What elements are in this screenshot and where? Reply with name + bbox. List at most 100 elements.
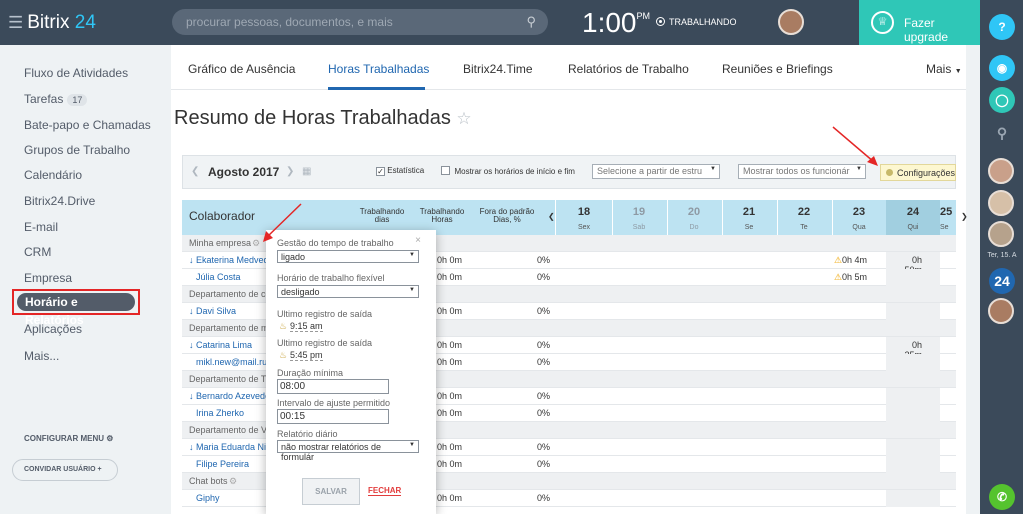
- sidebar-item-chat[interactable]: Bate-papo e Chamadas: [24, 118, 151, 132]
- col-employee: Colaborador: [189, 209, 256, 223]
- sidebar-item-activity[interactable]: Fluxo de Atividades: [24, 66, 128, 80]
- schedule-settings-popup: × Gestão do tempo de trabalho ligado ▼ Ho…: [266, 230, 436, 514]
- col-worked-days: Trabalhando dias: [359, 207, 405, 224]
- upgrade-button[interactable]: ♕ Fazer upgrade: [859, 0, 980, 45]
- tab-absence-chart[interactable]: Gráfico de Ausência: [188, 62, 295, 76]
- invite-user-button[interactable]: CONVIDAR USUÁRIO +: [12, 459, 118, 481]
- bell-icon: ♨: [279, 321, 288, 331]
- configure-menu-button[interactable]: CONFIGURAR MENU ⚙: [24, 434, 113, 443]
- last-out-time-2[interactable]: 5:45 pm: [290, 350, 323, 361]
- divider: [555, 200, 556, 235]
- task-count-badge: 17: [67, 94, 88, 106]
- logo[interactable]: ☰ Bitrix 24: [8, 12, 96, 34]
- sidebar-item-groups[interactable]: Grupos de Trabalho: [24, 143, 130, 157]
- sidebar-item-time-reports[interactable]: Horário e Relatórios: [12, 289, 140, 327]
- stats-checkbox[interactable]: ✓: [376, 167, 385, 176]
- bell-icon: ♨: [279, 350, 288, 360]
- star-icon[interactable]: ☆: [456, 109, 471, 128]
- adjust-interval-input[interactable]: 00:15: [277, 409, 389, 424]
- tabs-bar: Gráfico de Ausência Horas Trabalhadas Bi…: [171, 45, 966, 90]
- bell-icon[interactable]: ◉: [989, 55, 1015, 81]
- clock[interactable]: 1:00PM: [582, 7, 650, 39]
- min-duration-input[interactable]: 08:00: [277, 379, 389, 394]
- calendar-icon[interactable]: ▦: [302, 166, 311, 177]
- tab-meetings[interactable]: Reuniões e Briefings: [722, 62, 833, 76]
- stats-checkbox-row[interactable]: ✓ Estatística: [376, 166, 424, 176]
- expand-arrow: ↓: [189, 442, 194, 452]
- top-bar: ☰ Bitrix 24 procurar pessoas, documentos,…: [0, 0, 980, 45]
- help-button[interactable]: ?: [989, 14, 1015, 40]
- day-header-today: 24 Qui: [886, 200, 940, 235]
- next-month-arrow[interactable]: ❯: [286, 166, 294, 177]
- day-header: 20 Do: [687, 206, 701, 231]
- sidebar-item-email[interactable]: E-mail: [24, 220, 58, 234]
- close-button[interactable]: FECHAR: [368, 486, 402, 496]
- show-times-checkbox-row[interactable]: Mostrar os horários de início e fim: [441, 166, 575, 176]
- sidebar-item-more[interactable]: Mais...: [24, 349, 59, 363]
- tab-more[interactable]: Mais ▼: [926, 62, 962, 76]
- scroll-right-arrow[interactable]: ❯: [961, 213, 968, 221]
- search-icon[interactable]: ⚲: [989, 120, 1015, 146]
- close-icon[interactable]: ×: [415, 235, 421, 246]
- flex-schedule-label: Horário de trabalho flexível: [277, 273, 385, 283]
- avatar[interactable]: [988, 190, 1014, 216]
- tab-work-reports[interactable]: Relatórios de Trabalho: [568, 62, 689, 76]
- month-label[interactable]: Agosto 2017: [208, 165, 279, 179]
- settings-icon[interactable]: ⚙: [252, 238, 260, 249]
- day-header: 21 Se: [742, 206, 756, 231]
- avatar[interactable]: [778, 9, 804, 35]
- phone-icon[interactable]: ✆: [989, 484, 1015, 510]
- avatar[interactable]: [988, 221, 1014, 247]
- adjust-interval-label: Intervalo de ajuste permitido: [277, 398, 391, 408]
- min-duration-label: Duração mínima: [277, 368, 344, 378]
- sidebar-item-crm[interactable]: CRM: [24, 245, 51, 259]
- structure-select[interactable]: Selecione a partir de estru ▼: [592, 164, 720, 179]
- plus-icon: +: [97, 466, 102, 473]
- search-input[interactable]: procurar pessoas, documentos, e mais ⚲: [172, 9, 548, 35]
- work-status[interactable]: TRABALHANDO: [656, 17, 737, 27]
- day-header: 18 Sex: [577, 206, 591, 231]
- sidebar-item-tasks[interactable]: Tarefas 17: [24, 92, 88, 106]
- daily-report-select[interactable]: não mostrar relatórios de formulár ▼: [277, 440, 419, 462]
- avatar[interactable]: [988, 298, 1014, 324]
- crown-icon: ♕: [871, 11, 894, 34]
- last-out-label: Ultimo registro de saída: [277, 309, 373, 319]
- hamburger-icon[interactable]: ☰: [8, 13, 23, 32]
- chevron-down-icon: ▼: [710, 166, 716, 172]
- col-out-of-standard: Fora do padrão Dias, %: [479, 207, 535, 224]
- avatar[interactable]: [988, 158, 1014, 184]
- gear-icon: ⚙: [106, 434, 114, 443]
- settings-button[interactable]: Configurações: [880, 164, 956, 181]
- right-sidebar: ? ◉ ◯ ⚲ Ter, 15. A 24 ✆: [980, 0, 1023, 514]
- sidebar-item-drive[interactable]: Bitrix24.Drive: [24, 194, 95, 208]
- scroll-left-arrow[interactable]: ❮: [548, 213, 555, 221]
- show-times-checkbox[interactable]: [441, 166, 450, 175]
- prev-month-arrow[interactable]: ❮: [191, 166, 199, 177]
- annotation-arrow: [263, 203, 302, 242]
- settings-icon[interactable]: ⚙: [229, 476, 237, 487]
- chat-icon[interactable]: ◯: [989, 87, 1015, 113]
- bitrix-icon[interactable]: 24: [989, 268, 1015, 294]
- sidebar-item-calendar[interactable]: Calendário: [24, 168, 82, 182]
- time-mgmt-select[interactable]: ligado ▼: [277, 250, 419, 263]
- last-out-time-1[interactable]: 9:15 am: [290, 321, 323, 332]
- annotation-arrow: [832, 126, 878, 166]
- search-icon[interactable]: ⚲: [526, 14, 536, 30]
- day-header: 23 Qua: [852, 206, 866, 231]
- tab-worked-hours[interactable]: Horas Trabalhadas: [328, 62, 429, 76]
- status-icon: [656, 17, 665, 26]
- sidebar-item-company[interactable]: Empresa: [24, 271, 72, 285]
- flex-schedule-select[interactable]: desligado ▼: [277, 285, 419, 298]
- tab-bitrix-time[interactable]: Bitrix24.Time: [463, 62, 533, 76]
- chevron-down-icon: ▼: [409, 252, 415, 258]
- expand-arrow: ↓: [189, 255, 194, 265]
- chevron-down-icon: ▼: [954, 68, 962, 75]
- sidebar-item-apps[interactable]: Aplicações: [24, 322, 82, 336]
- day-header: 22 Te: [797, 206, 811, 231]
- day-header: 19 Sab: [632, 206, 646, 231]
- chevron-down-icon: ▼: [409, 287, 415, 293]
- chevron-down-icon: ▼: [409, 442, 415, 448]
- save-button[interactable]: SALVAR: [302, 478, 360, 505]
- expand-arrow: ↓: [189, 391, 194, 401]
- col-worked-hours: Trabalhando Horas: [419, 207, 465, 224]
